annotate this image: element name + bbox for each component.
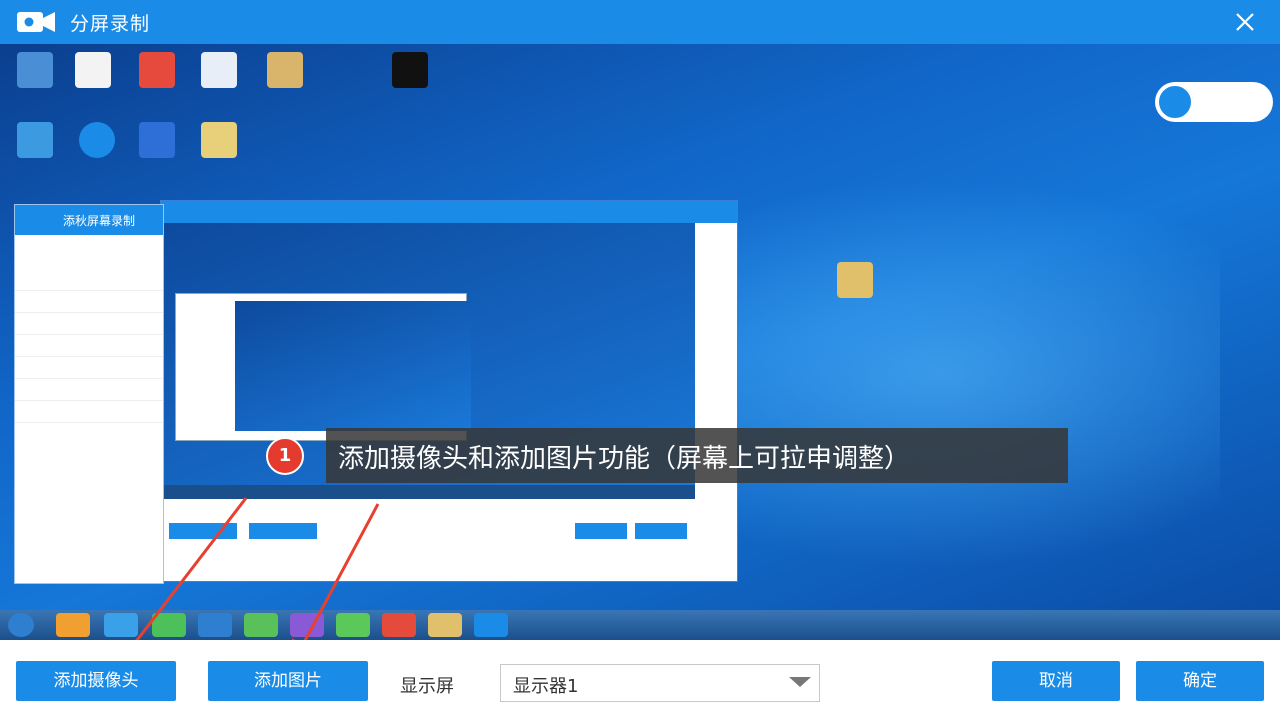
- desktop-icon: [375, 52, 445, 91]
- floating-recorder-widget[interactable]: [1155, 82, 1273, 122]
- add-image-button[interactable]: 添加图片: [208, 661, 368, 701]
- nested-recorder-window: 添秋屏幕录制: [14, 204, 164, 584]
- desktop-icon: [122, 52, 192, 91]
- camera-preview-dot: [1157, 84, 1193, 120]
- feature-callout: 添加摄像头和添加图片功能（屏幕上可拉申调整）: [326, 428, 1068, 483]
- screen-preview[interactable]: 添秋屏幕录制 1 添加摄像头和添加图片功能（屏幕上可拉申调整）: [0, 44, 1280, 640]
- add-camera-button[interactable]: 添加摄像头: [16, 661, 176, 701]
- display-select[interactable]: 显示器1: [500, 664, 820, 702]
- video-camera-icon: [17, 12, 55, 32]
- desktop-icon: [184, 52, 254, 91]
- chevron-down-icon: [789, 677, 811, 687]
- desktop-icon: [0, 122, 70, 161]
- close-icon[interactable]: [1232, 9, 1258, 35]
- nested-window-title: 添秋屏幕录制: [15, 205, 163, 235]
- desktop-icon: [122, 122, 192, 161]
- display-label: 显示屏: [400, 676, 454, 697]
- confirm-button[interactable]: 确定: [1136, 661, 1264, 701]
- title-bar: 分屏录制: [0, 0, 1280, 44]
- bottom-toolbar: 添加摄像头 添加图片 显示屏 显示器1 取消 确定: [0, 640, 1280, 720]
- cancel-button[interactable]: 取消: [992, 661, 1120, 701]
- display-select-value: 显示器1: [513, 676, 579, 697]
- taskbar: [0, 610, 1280, 640]
- window-title: 分屏录制: [70, 13, 151, 35]
- desktop-icon: [250, 52, 320, 91]
- desktop-icon: [820, 262, 890, 301]
- desktop-icon: [184, 122, 254, 161]
- nested-screen-capture: [160, 200, 738, 582]
- step-number-badge: 1: [266, 437, 304, 475]
- desktop-icon: [58, 52, 128, 91]
